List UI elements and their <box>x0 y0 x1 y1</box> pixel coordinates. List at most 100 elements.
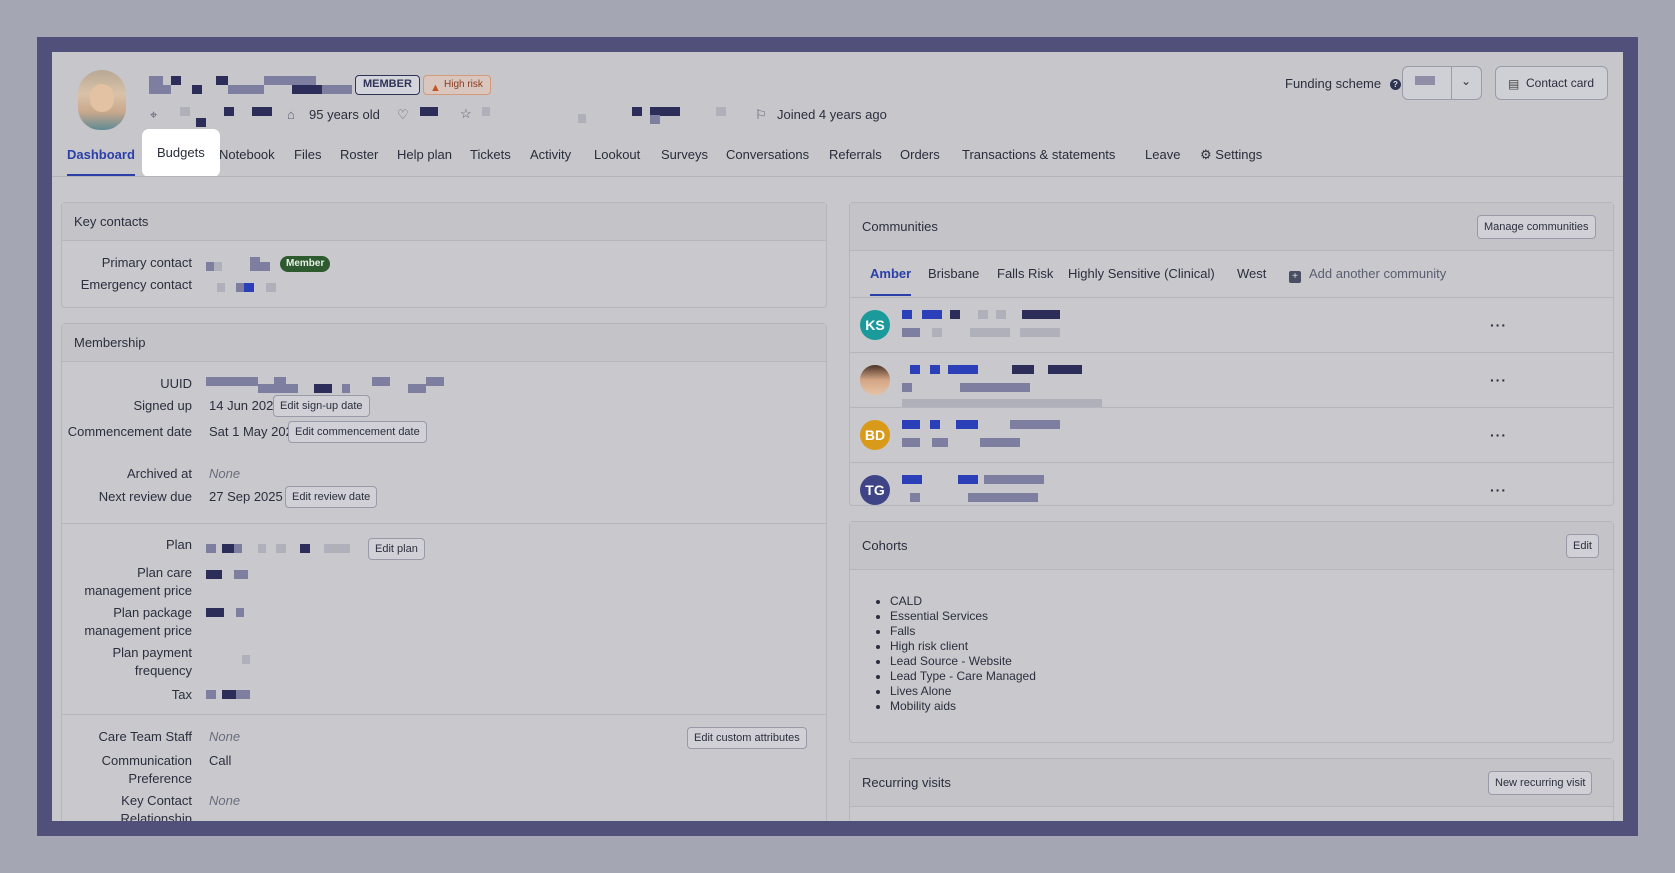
tab-lookout[interactable]: Lookout <box>594 140 640 170</box>
archived-at-label: Archived at <box>126 466 192 481</box>
edit-review-date-button[interactable]: Edit review date <box>285 486 378 508</box>
tab-surveys[interactable]: Surveys <box>661 140 708 170</box>
member-avatar: BD <box>860 420 890 450</box>
communities-card: Communities Manage communities Amber Bri… <box>849 202 1614 506</box>
location-pin-icon: ⌖ <box>150 107 158 122</box>
tab-conversations[interactable]: Conversations <box>726 140 809 170</box>
edit-commencement-date-button[interactable]: Edit commencement date <box>288 421 427 443</box>
primary-contact-label: Primary contact <box>101 255 192 270</box>
signed-up-value: 14 Jun 2021 <box>209 398 281 413</box>
gear-icon: ⚙ <box>1200 147 1212 162</box>
new-recurring-visit-button[interactable]: New recurring visit <box>1488 771 1593 795</box>
next-review-label: Next review due <box>98 489 192 504</box>
section-divider <box>62 523 826 524</box>
list-item: Lead Source - Website <box>890 654 1036 669</box>
tab-tickets[interactable]: Tickets <box>470 140 511 170</box>
section-divider <box>62 714 826 715</box>
recurring-visits-card: Recurring visits New recurring visit <box>849 758 1614 821</box>
edit-custom-attributes-button[interactable]: Edit custom attributes <box>687 727 807 749</box>
tax-label: Tax <box>171 687 192 702</box>
tab-help-plan[interactable]: Help plan <box>397 140 452 170</box>
membership-card: Membership UUID Signed up 14 Jun 2021 Ed… <box>61 323 827 821</box>
list-item: CALD <box>890 594 1036 609</box>
tab-notebook[interactable]: Notebook <box>219 140 275 170</box>
age-text: 95 years old <box>309 107 380 122</box>
add-community-button[interactable]: + Add another community <box>1289 252 1446 296</box>
more-options-icon[interactable]: ··· <box>1490 427 1507 443</box>
member-badge: MEMBER <box>355 75 420 95</box>
archived-at-value: None <box>209 466 241 481</box>
more-options-icon[interactable]: ··· <box>1490 482 1507 498</box>
key-contacts-title: Key contacts <box>62 203 826 241</box>
care-team-staff-label: Care Team Staff <box>98 729 192 744</box>
list-item: Essential Services <box>890 609 1036 624</box>
tab-dashboard[interactable]: Dashboard <box>67 140 135 176</box>
tab-files[interactable]: Files <box>294 140 321 170</box>
contact-card-icon: ▤ <box>1508 77 1520 91</box>
tab-roster[interactable]: Roster <box>340 140 378 170</box>
plus-icon: + <box>1289 271 1301 283</box>
plan-label: Plan <box>165 537 192 552</box>
joined-icon: ⚐ <box>755 107 767 122</box>
tab-orders[interactable]: Orders <box>900 140 940 170</box>
tab-community-west[interactable]: West <box>1237 252 1266 296</box>
funding-scheme-value-redacted <box>1415 76 1435 85</box>
warning-icon: ▲ <box>430 82 441 94</box>
uuid-label: UUID <box>160 376 192 391</box>
member-badge: Member <box>280 256 331 272</box>
list-item: Mobility aids <box>890 699 1036 714</box>
help-icon[interactable]: ? <box>1390 79 1401 90</box>
manage-communities-button[interactable]: Manage communities <box>1477 215 1596 239</box>
community-member-row[interactable]: ··· <box>850 352 1613 408</box>
high-risk-badge: ▲ High risk <box>423 75 491 95</box>
signed-up-label: Signed up <box>133 398 192 413</box>
communication-preference-value: Call <box>209 753 232 768</box>
funding-scheme-select[interactable]: ⌄ <box>1402 66 1482 100</box>
select-divider <box>1451 67 1452 99</box>
tab-leave[interactable]: Leave <box>1145 140 1180 170</box>
tab-community-amber[interactable]: Amber <box>870 252 912 296</box>
edit-plan-button[interactable]: Edit plan <box>368 538 425 560</box>
tab-community-brisbane[interactable]: Brisbane <box>928 252 979 296</box>
next-review-value: 27 Sep 2025 <box>209 489 283 504</box>
tab-community-falls-risk[interactable]: Falls Risk <box>997 252 1053 296</box>
membership-title: Membership <box>62 324 826 362</box>
tab-settings[interactable]: ⚙ Settings <box>1200 140 1262 170</box>
more-options-icon[interactable]: ··· <box>1490 317 1507 333</box>
plan-care-management-price-label: Plan care management price <box>84 565 192 598</box>
community-member-row[interactable]: BD ··· <box>850 407 1613 461</box>
tab-budgets[interactable]: Budgets <box>143 130 219 176</box>
joined-text: Joined 4 years ago <box>777 107 887 122</box>
key-contacts-card: Key contacts Primary contact Member Emer… <box>61 202 827 308</box>
care-team-staff-value: None <box>209 729 241 744</box>
cohorts-title: Cohorts <box>850 522 1613 570</box>
list-item: Lead Type - Care Managed <box>890 669 1036 684</box>
cohorts-list: CALD Essential Services Falls High risk … <box>890 594 1036 714</box>
commencement-date-value: Sat 1 May 2021 <box>209 424 301 439</box>
list-item: Falls <box>890 624 1036 639</box>
funding-scheme-label: Funding scheme <box>1285 76 1382 91</box>
tab-community-highly-sensitive[interactable]: Highly Sensitive (Clinical) <box>1068 252 1215 296</box>
member-avatar: TG <box>860 475 890 505</box>
edit-cohorts-button[interactable]: Edit <box>1566 534 1599 558</box>
avatar <box>78 70 126 130</box>
tab-activity[interactable]: Activity <box>530 140 571 170</box>
list-item: Lives Alone <box>890 684 1036 699</box>
contact-card-button[interactable]: ▤ Contact card <box>1495 66 1608 100</box>
tab-referrals[interactable]: Referrals <box>829 140 882 170</box>
tab-transactions[interactable]: Transactions & statements <box>962 140 1115 170</box>
list-item: High risk client <box>890 639 1036 654</box>
star-icon: ☆ <box>460 106 472 121</box>
key-contact-relationship-value: None <box>209 793 241 808</box>
gift-icon: ⌂ <box>287 107 295 122</box>
edit-signup-date-button[interactable]: Edit sign-up date <box>273 395 370 417</box>
plan-payment-frequency-label: Plan payment frequency <box>112 645 193 678</box>
chevron-down-icon[interactable]: ⌄ <box>1461 74 1471 88</box>
community-member-row[interactable]: TG ··· <box>850 462 1613 506</box>
header-divider <box>52 176 1623 177</box>
community-member-row[interactable]: KS ··· <box>850 297 1613 351</box>
heart-icon: ♡ <box>397 107 409 122</box>
more-options-icon[interactable]: ··· <box>1490 372 1507 388</box>
app-window: MEMBER ▲ High risk ⌖ ⌂ 95 years old ♡ ☆ ⚐… <box>52 52 1623 821</box>
cohorts-card: Cohorts Edit CALD Essential Services Fal… <box>849 521 1614 743</box>
